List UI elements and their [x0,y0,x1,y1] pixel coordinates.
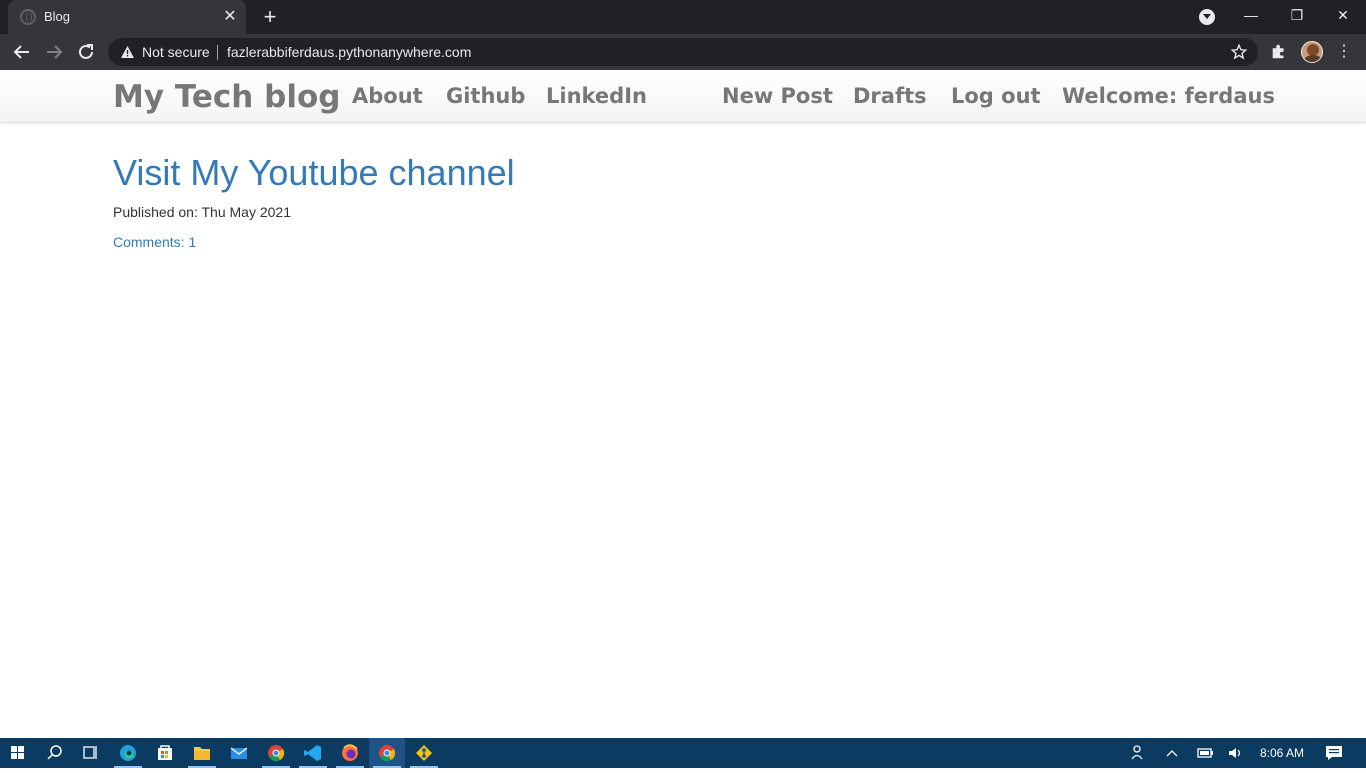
file-explorer-icon[interactable] [184,738,220,768]
git-icon[interactable] [406,738,442,768]
profile-avatar[interactable] [1301,41,1323,63]
forward-arrow-icon[interactable] [42,40,66,64]
tab-title: Blog [44,9,71,24]
taskbar-clock[interactable]: 8:06 AM [1260,738,1304,768]
security-status[interactable]: Not secure [142,44,210,60]
close-window-button[interactable]: ✕ [1320,0,1366,30]
browser-tab[interactable]: Blog ✕ [8,0,246,34]
nav-link-linkedin[interactable]: LinkedIn [546,84,647,108]
vscode-icon[interactable] [295,738,331,768]
firefox-icon[interactable] [332,738,368,768]
address-bar[interactable]: Not secure fazlerabbiferdaus.pythonanywh… [108,38,1258,66]
url-text[interactable]: fazlerabbiferdaus.pythonanywhere.com [227,44,471,60]
site-navbar: My Tech blog About Github LinkedIn New P… [0,70,1366,123]
nav-link-log-out[interactable]: Log out [951,84,1041,108]
nav-welcome-user[interactable]: Welcome: ferdaus [1062,84,1275,108]
new-tab-button[interactable]: + [259,6,281,28]
chevron-up-icon[interactable] [1164,738,1180,768]
minimize-button[interactable]: — [1228,0,1274,30]
globe-icon [20,9,36,25]
battery-icon[interactable] [1195,738,1215,768]
tab-close-icon[interactable]: ✕ [220,7,240,27]
nav-link-about[interactable]: About [352,84,423,108]
edge-icon[interactable] [110,738,146,768]
tab-search-icon[interactable] [1199,9,1215,25]
browser-tab-bar: Blog ✕ + — ❐ ✕ [0,0,1366,34]
browser-menu-icon[interactable]: ⋮ [1336,42,1352,62]
people-icon[interactable] [1128,738,1148,768]
nav-link-github[interactable]: Github [446,84,525,108]
chrome-active-icon[interactable] [369,738,405,768]
browser-toolbar: Not secure fazlerabbiferdaus.pythonanywh… [0,34,1366,70]
search-icon[interactable] [36,738,72,768]
nav-link-drafts[interactable]: Drafts [853,84,927,108]
volume-icon[interactable] [1226,738,1246,768]
windows-taskbar: 8:06 AM [0,738,1366,768]
omnibox-divider [217,45,218,60]
post-comments-link[interactable]: Comments: 1 [113,234,196,250]
restore-button[interactable]: ❐ [1274,0,1320,30]
nav-link-new-post[interactable]: New Post [722,84,833,108]
store-icon[interactable] [147,738,183,768]
site-brand[interactable]: My Tech blog [113,79,340,115]
post-published-date: Published on: Thu May 2021 [113,204,291,220]
mail-icon[interactable] [221,738,257,768]
windows-start-icon[interactable] [0,738,36,768]
warning-icon[interactable] [120,45,135,59]
post-title-link[interactable]: Visit My Youtube channel [113,152,515,194]
task-view-icon[interactable] [72,738,108,768]
extensions-puzzle-icon[interactable] [1270,42,1288,60]
bookmark-star-icon[interactable] [1230,43,1248,61]
reload-icon[interactable] [74,40,98,64]
notification-icon[interactable] [1324,738,1344,768]
chrome-icon[interactable] [258,738,294,768]
back-arrow-icon[interactable] [10,40,34,64]
